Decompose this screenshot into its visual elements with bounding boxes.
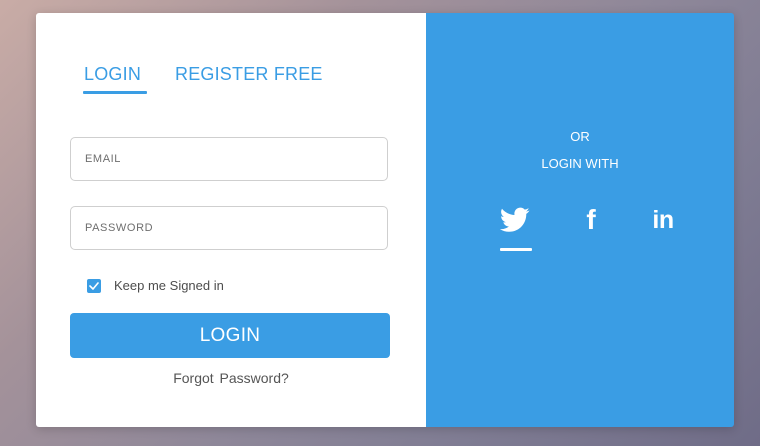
- twitter-icon: [500, 207, 530, 232]
- keep-signed-in-label: Keep me Signed in: [114, 278, 224, 293]
- facebook-login-button[interactable]: f: [574, 203, 608, 237]
- or-text: OR: [570, 129, 590, 144]
- email-field-wrapper: [70, 137, 388, 181]
- keep-signed-in-checkbox[interactable]: [87, 278, 101, 293]
- password-field[interactable]: [71, 207, 387, 249]
- keep-signed-in: Keep me Signed in: [87, 278, 224, 293]
- check-icon: [89, 281, 99, 290]
- login-card: LOGIN REGISTER FREE Keep me Signed in LO…: [36, 13, 734, 427]
- social-login-panel: OR LOGIN WITH f in: [426, 13, 734, 427]
- tab-login[interactable]: LOGIN: [84, 64, 141, 85]
- active-provider-indicator: [500, 248, 532, 251]
- linkedin-icon: in: [652, 205, 674, 234]
- tab-register[interactable]: REGISTER FREE: [175, 64, 323, 85]
- login-button[interactable]: LOGIN: [70, 313, 390, 358]
- active-tab-indicator: [83, 91, 147, 94]
- twitter-login-button[interactable]: [498, 203, 532, 237]
- login-with-text: LOGIN WITH: [541, 156, 619, 171]
- linkedin-login-button[interactable]: in: [646, 203, 680, 237]
- facebook-icon: f: [586, 204, 596, 235]
- forgot-password-link[interactable]: Forgot Password?: [36, 370, 426, 386]
- login-form-panel: LOGIN REGISTER FREE Keep me Signed in LO…: [36, 13, 426, 427]
- email-field[interactable]: [71, 138, 387, 180]
- password-field-wrapper: [70, 206, 388, 250]
